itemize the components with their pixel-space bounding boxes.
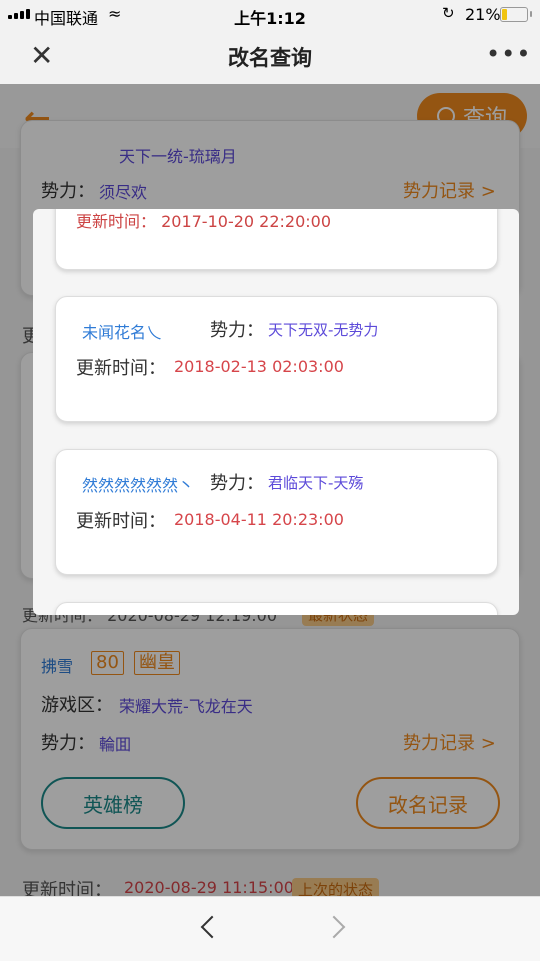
update-time-value: 2018-02-13 02:03:00 [174,357,344,376]
nav-bar: ✕ 改名查询 ••• [0,30,540,84]
rotation-lock-icon: ↻ [442,4,455,22]
clock: 上午1:12 [234,9,306,28]
power-value: 天下无双-无势力 [268,321,379,339]
power-value: 君临天下-天殇 [268,474,364,492]
browser-bottom-bar [0,896,540,961]
old-name: 然然然然然然丶 [82,476,195,495]
update-time-label: 更新时间： [76,511,166,532]
page-title: 改名查询 [228,46,312,70]
rename-history-modal: 更新时间： 2017-10-20 22:20:00 未闻花名乀 势力： 天下无双… [33,209,519,615]
battery-icon [500,7,532,22]
update-time-label: 更新时间： [76,358,166,379]
forward-chevron-icon[interactable] [322,915,346,939]
back-chevron-icon[interactable] [200,915,224,939]
status-bar: 中国联通 ≈ 上午1:12 ↻ 21% [0,0,540,30]
battery-percent: 21% [465,5,501,24]
update-time-value: 2018-04-11 20:23:00 [174,510,344,529]
more-icon[interactable]: ••• [486,40,531,68]
history-card-partial [55,602,498,615]
history-card: 然然然然然然丶 势力： 君临天下-天殇 更新时间： 2018-04-11 20:… [55,449,498,575]
power-label: 势力： [210,320,264,341]
history-card-partial: 更新时间： 2017-10-20 22:20:00 [55,209,498,270]
partial-update-time: 更新时间： 2017-10-20 22:20:00 [76,212,332,231]
old-name: 未闻花名乀 [82,323,163,342]
power-label: 势力： [210,473,264,494]
history-card: 未闻花名乀 势力： 天下无双-无势力 更新时间： 2018-02-13 02:0… [55,296,498,422]
